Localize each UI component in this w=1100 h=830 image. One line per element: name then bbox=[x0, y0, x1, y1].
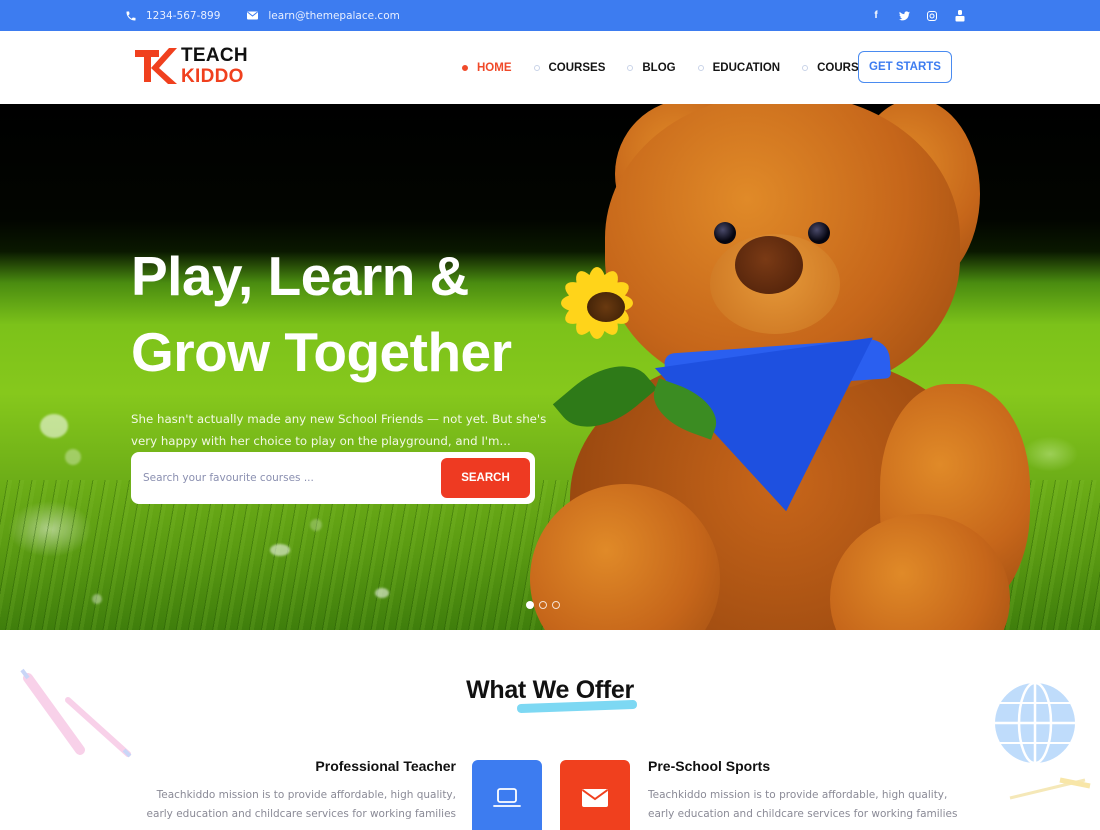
hero-title: Play, Learn & Grow Together bbox=[131, 238, 551, 390]
card-description: Teachkiddo mission is to provide afforda… bbox=[146, 789, 456, 820]
nav-item-home[interactable]: HOME bbox=[462, 62, 512, 74]
contact-info: 1234-567-899 learn@themepalace.com bbox=[124, 0, 400, 31]
get-starts-button[interactable]: GET STARTS bbox=[858, 51, 952, 83]
bear-eye-right bbox=[808, 222, 830, 244]
hero-slider: Play, Learn & Grow Together She hasn't a… bbox=[0, 104, 1100, 630]
bokeh-light bbox=[40, 414, 68, 438]
card-title: Pre-School Sports bbox=[648, 758, 771, 774]
slider-pagination bbox=[526, 601, 560, 609]
bear-nose bbox=[735, 236, 803, 294]
teddy-bear-image bbox=[530, 104, 1070, 630]
sunflower bbox=[542, 259, 682, 369]
email-contact[interactable]: learn@themepalace.com bbox=[246, 9, 400, 22]
phone-contact[interactable]: 1234-567-899 bbox=[124, 9, 220, 22]
phone-icon bbox=[124, 9, 137, 22]
bokeh-light bbox=[270, 544, 290, 556]
facebook-icon[interactable]: f bbox=[870, 10, 882, 22]
course-search-input[interactable] bbox=[143, 472, 423, 484]
instagram-icon[interactable] bbox=[926, 10, 938, 22]
slider-dot-1[interactable] bbox=[526, 601, 534, 609]
site-header: TEACH KIDDO HOME COURSES BLOG EDUCATION … bbox=[0, 31, 1100, 104]
bokeh-light bbox=[310, 519, 322, 531]
what-we-offer-section: What We Offer Professional Teacher Teach… bbox=[0, 630, 1100, 830]
hero-content: Play, Learn & Grow Together She hasn't a… bbox=[131, 238, 551, 504]
logo-mark-icon bbox=[135, 48, 177, 84]
nav-item-blog[interactable]: BLOG bbox=[627, 61, 676, 74]
logo-line-2: KIDDO bbox=[181, 66, 244, 87]
offer-icon-box-blue bbox=[472, 760, 542, 830]
nav-item-education[interactable]: EDUCATION bbox=[697, 61, 781, 74]
hero-description: She hasn't actually made any new School … bbox=[131, 412, 547, 448]
laptop-icon bbox=[493, 787, 521, 807]
logo-text: TEACH KIDDO bbox=[181, 45, 248, 87]
nav-bullet-icon bbox=[462, 64, 468, 71]
nav-label: BLOG bbox=[642, 61, 676, 74]
nav-bullet-icon bbox=[533, 64, 540, 71]
envelope-icon bbox=[246, 9, 259, 22]
logo-line-1: TEACH bbox=[181, 45, 248, 66]
hero-title-line-1: Play, Learn & bbox=[131, 245, 469, 307]
youtube-icon[interactable] bbox=[954, 9, 966, 22]
card-description: Teachkiddo mission is to provide afforda… bbox=[648, 789, 958, 820]
section-title: What We Offer bbox=[466, 676, 634, 704]
phone-number: 1234-567-899 bbox=[146, 9, 221, 22]
envelope-icon bbox=[581, 788, 609, 807]
offer-icon-box-red bbox=[560, 760, 630, 830]
bokeh-light bbox=[375, 588, 389, 598]
globe-decoration-icon bbox=[995, 681, 1091, 800]
top-bar: 1234-567-899 learn@themepalace.com f bbox=[0, 0, 1100, 31]
nav-bullet-icon bbox=[697, 64, 704, 71]
bokeh-light bbox=[92, 594, 102, 604]
email-address: learn@themepalace.com bbox=[268, 9, 400, 22]
slider-dot-3[interactable] bbox=[552, 601, 560, 609]
main-nav: HOME COURSES BLOG EDUCATION COURSES bbox=[462, 31, 896, 104]
bokeh-light bbox=[65, 449, 81, 465]
twitter-icon[interactable] bbox=[898, 10, 910, 22]
offer-card-professional-teacher[interactable]: Professional Teacher Teachkiddo mission … bbox=[140, 758, 456, 824]
card-title: Professional Teacher bbox=[315, 758, 456, 774]
nav-bullet-icon bbox=[627, 64, 634, 71]
nav-item-courses[interactable]: COURSES bbox=[533, 61, 606, 74]
search-button[interactable]: SEARCH bbox=[441, 458, 530, 498]
course-search-form: SEARCH bbox=[131, 452, 535, 504]
site-logo[interactable]: TEACH KIDDO bbox=[133, 41, 248, 91]
nav-label: COURSES bbox=[548, 61, 606, 74]
slider-dot-2[interactable] bbox=[539, 601, 547, 609]
pencils-decoration-icon bbox=[20, 668, 132, 758]
bear-eye-left bbox=[714, 222, 736, 244]
social-links: f bbox=[870, 0, 966, 31]
nav-bullet-icon bbox=[802, 64, 809, 71]
offer-card-pre-school-sports[interactable]: Pre-School Sports Teachkiddo mission is … bbox=[648, 758, 968, 824]
nav-label: EDUCATION bbox=[712, 61, 781, 74]
nav-label: HOME bbox=[477, 61, 512, 74]
hero-title-line-2: Grow Together bbox=[131, 321, 512, 383]
